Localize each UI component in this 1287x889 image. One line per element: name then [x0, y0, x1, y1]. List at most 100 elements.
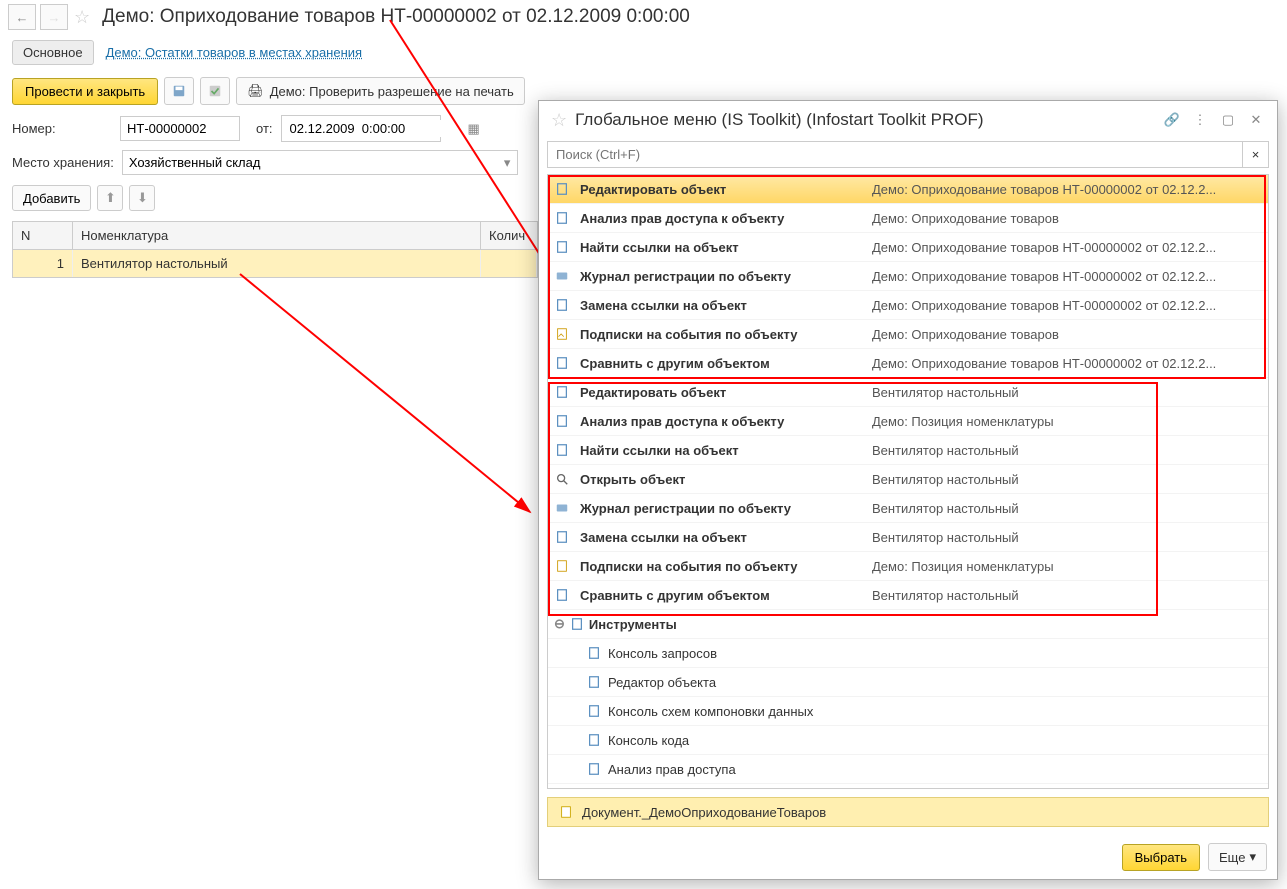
post-button[interactable]: [200, 77, 230, 105]
menu-item[interactable]: Редактировать объект Вентилятор настольн…: [548, 378, 1268, 407]
footer-text: Документ._ДемоОприходованиеТоваров: [582, 805, 826, 820]
menu-label: Журнал регистрации по объекту: [576, 269, 866, 284]
tool-item[interactable]: Консоль кода: [548, 726, 1268, 755]
more-label: Еще: [1219, 850, 1245, 865]
menu-item[interactable]: Подписки на события по объекту Демо: Поз…: [548, 552, 1268, 581]
clear-search-button[interactable]: ×: [1243, 141, 1269, 168]
move-up-button[interactable]: ⬆: [97, 185, 123, 211]
table-row[interactable]: 1 Вентилятор настольный: [13, 250, 537, 277]
doc-icon: [554, 529, 570, 545]
menu-desc: Демо: Позиция номенклатуры: [872, 414, 1054, 429]
menu-item[interactable]: Подписки на события по объекту Демо: Опр…: [548, 320, 1268, 349]
number-label: Номер:: [12, 121, 112, 136]
tab-main[interactable]: Основное: [12, 40, 94, 65]
tab-link-stock[interactable]: Демо: Остатки товаров в местах хранения: [106, 45, 363, 60]
menu-label: Анализ прав доступа к объекту: [576, 211, 866, 226]
menu-item[interactable]: Найти ссылки на объект Вентилятор настол…: [548, 436, 1268, 465]
menu-desc: Вентилятор настольный: [872, 443, 1019, 458]
search-input[interactable]: [547, 141, 1243, 168]
more-button[interactable]: Еще ▾: [1208, 843, 1267, 871]
menu-label: Замена ссылки на объект: [576, 530, 866, 545]
storage-input[interactable]: [122, 150, 518, 175]
menu-label: Сравнить с другим объектом: [576, 588, 866, 603]
tools-group[interactable]: ⊖ Инструменты: [548, 610, 1268, 639]
folder-icon: [569, 616, 585, 632]
menu-item[interactable]: Замена ссылки на объект Вентилятор насто…: [548, 523, 1268, 552]
items-table: N Номенклатура Колич 1 Вентилятор настол…: [12, 221, 538, 278]
menu-desc: Вентилятор настольный: [872, 385, 1019, 400]
close-icon[interactable]: ✕: [1245, 109, 1267, 131]
menu-item[interactable]: Найти ссылки на объект Демо: Оприходован…: [548, 233, 1268, 262]
menu-label: Подписки на события по объекту: [576, 327, 866, 342]
doc-icon: [558, 804, 574, 820]
doc-icon: [554, 384, 570, 400]
menu-label: Журнал регистрации по объекту: [576, 501, 866, 516]
doc-icon: [554, 181, 570, 197]
menu-label: Редактировать объект: [576, 182, 866, 197]
link-icon[interactable]: 🔗: [1161, 109, 1183, 131]
forward-button[interactable]: →: [40, 4, 68, 30]
storage-label: Место хранения:: [12, 155, 114, 170]
menu-desc: Вентилятор настольный: [872, 501, 1019, 516]
printer-icon: 🖨: [247, 83, 264, 99]
add-row-button[interactable]: Добавить: [12, 185, 91, 211]
back-button[interactable]: ←: [8, 4, 36, 30]
tool-label: Консоль схем компоновки данных: [608, 704, 813, 719]
post-close-button[interactable]: Провести и закрыть: [12, 78, 158, 105]
more-icon[interactable]: ⋮: [1189, 109, 1211, 131]
col-qty[interactable]: Колич: [481, 222, 537, 249]
tool-item[interactable]: Консоль схем компоновки данных: [548, 697, 1268, 726]
doc-icon: [586, 674, 602, 690]
tool-label: Анализ прав доступа: [608, 762, 736, 777]
move-down-button[interactable]: ⬇: [129, 185, 155, 211]
dropdown-icon[interactable]: ▾: [504, 155, 511, 171]
menu-desc: Демо: Оприходование товаров: [872, 211, 1059, 226]
menu-label: Найти ссылки на объект: [576, 443, 866, 458]
cell-n: 1: [13, 250, 73, 277]
doc-icon: [554, 442, 570, 458]
save-button[interactable]: [164, 77, 194, 105]
maximize-icon[interactable]: ▢: [1217, 109, 1239, 131]
collapse-icon[interactable]: ⊖: [554, 616, 565, 632]
tool-item[interactable]: Консоль запросов: [548, 639, 1268, 668]
menu-item[interactable]: Анализ прав доступа к объекту Демо: Опри…: [548, 204, 1268, 233]
menu-item[interactable]: Редактировать объект Демо: Оприходование…: [548, 175, 1268, 204]
menu-item[interactable]: Сравнить с другим объектом Демо: Оприход…: [548, 349, 1268, 378]
date-input[interactable]: [288, 120, 468, 137]
menu-item[interactable]: Открыть объект Вентилятор настольный: [548, 465, 1268, 494]
check-print-button[interactable]: 🖨 Демо: Проверить разрешение на печать: [236, 77, 525, 105]
menu-item[interactable]: Замена ссылки на объект Демо: Оприходова…: [548, 291, 1268, 320]
col-n[interactable]: N: [13, 222, 73, 249]
menu-label: Редактировать объект: [576, 385, 866, 400]
doc-icon: [554, 210, 570, 226]
from-label: от:: [256, 121, 273, 136]
doc-icon: [554, 413, 570, 429]
menu-desc: Демо: Позиция номенклатуры: [872, 559, 1054, 574]
menu-item[interactable]: Журнал регистрации по объекту Демо: Опри…: [548, 262, 1268, 291]
doc-icon: [586, 732, 602, 748]
popup-star-icon[interactable]: ☆: [551, 110, 567, 131]
menu-item[interactable]: Сравнить с другим объектом Вентилятор на…: [548, 581, 1268, 610]
number-input[interactable]: [120, 116, 240, 141]
menu-item[interactable]: Анализ прав доступа к объекту Демо: Пози…: [548, 407, 1268, 436]
log-icon: [554, 500, 570, 516]
popup-title: Глобальное меню (IS Toolkit) (Infostart …: [575, 110, 1155, 130]
menu-desc: Демо: Оприходование товаров: [872, 327, 1059, 342]
tools-label: Инструменты: [589, 617, 677, 632]
col-nomenclature[interactable]: Номенклатура: [73, 222, 481, 249]
calendar-icon[interactable]: ▦: [468, 121, 480, 137]
menu-desc: Вентилятор настольный: [872, 588, 1019, 603]
global-menu-popup: ☆ Глобальное меню (IS Toolkit) (Infostar…: [538, 100, 1278, 880]
tool-item[interactable]: Редактор объекта: [548, 668, 1268, 697]
search-icon: [554, 471, 570, 487]
date-input-wrap[interactable]: ▦: [281, 115, 441, 142]
tool-label: Редактор объекта: [608, 675, 716, 690]
menu-desc: Вентилятор настольный: [872, 472, 1019, 487]
favorite-star-icon[interactable]: ☆: [74, 7, 90, 28]
footer-info-bar: Документ._ДемоОприходованиеТоваров: [547, 797, 1269, 827]
menu-item[interactable]: Журнал регистрации по объекту Вентилятор…: [548, 494, 1268, 523]
menu-label: Подписки на события по объекту: [576, 559, 866, 574]
doc-icon: [554, 239, 570, 255]
tool-item[interactable]: Анализ прав доступа: [548, 755, 1268, 784]
select-button[interactable]: Выбрать: [1122, 844, 1200, 871]
